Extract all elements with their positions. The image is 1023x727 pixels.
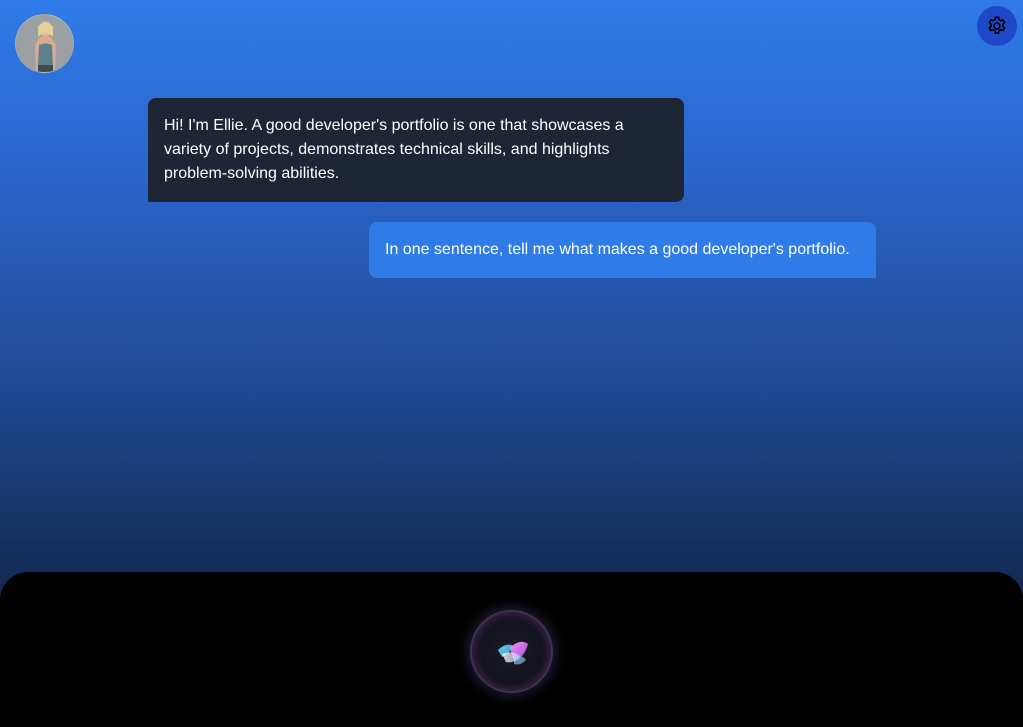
voice-orb-icon	[497, 641, 528, 664]
gear-icon	[988, 16, 1006, 34]
assistant-message: Hi! I'm Ellie. A good developer's portfo…	[148, 98, 684, 202]
user-message: In one sentence, tell me what makes a go…	[369, 222, 876, 278]
avatar-portrait-icon	[16, 15, 73, 72]
voice-input-button[interactable]	[472, 612, 551, 691]
assistant-avatar[interactable]	[15, 14, 74, 73]
settings-button[interactable]	[977, 6, 1017, 46]
